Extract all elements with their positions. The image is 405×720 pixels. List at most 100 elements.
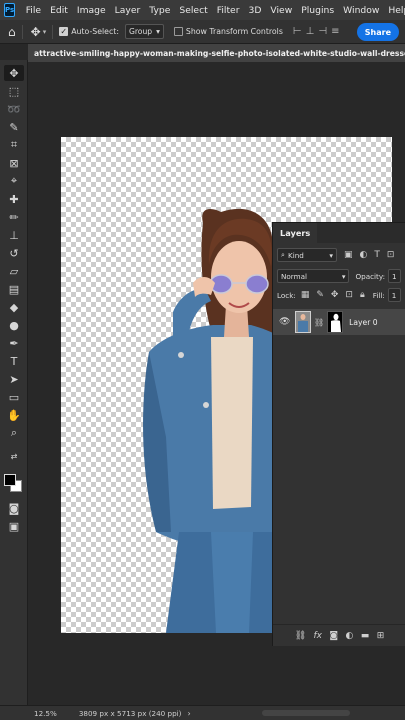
- link-icon[interactable]: ⛓︎: [314, 318, 324, 327]
- menu-layer[interactable]: Layer: [110, 5, 145, 16]
- show-transform-label: Show Transform Controls: [185, 27, 283, 36]
- layers-panel: Layers ⌕ Kind ▾ ▣ ◐ T ⊡ Normal ▾ Opacity…: [272, 222, 405, 646]
- gradient-tool-icon[interactable]: ▤: [4, 281, 24, 297]
- layer-thumbnail[interactable]: [295, 311, 311, 333]
- marquee-tool-icon[interactable]: ⬚: [4, 83, 24, 99]
- menu-type[interactable]: Type: [145, 5, 175, 16]
- divider: [52, 24, 54, 39]
- align-right-icon[interactable]: ⊣: [318, 26, 327, 37]
- menu-window[interactable]: Window: [339, 5, 384, 16]
- default-colors-icon[interactable]: ⇄: [4, 448, 24, 464]
- search-icon: ⌕: [281, 250, 286, 259]
- layer-filter-row: ⌕ Kind ▾ ▣ ◐ T ⊡: [273, 243, 405, 267]
- zoom-level[interactable]: 12.5%: [34, 709, 57, 718]
- layer-row[interactable]: 👁︎ ⛓︎ Layer 0: [273, 309, 405, 335]
- show-transform-checkbox[interactable]: [173, 27, 183, 36]
- lock-row: Lock: ▦ ✎ ✥ ⊡ 🔒︎ Fill: 1: [273, 285, 405, 305]
- blend-mode-value: Normal: [281, 271, 308, 281]
- adjustment-filter-icon[interactable]: ◐: [360, 250, 368, 260]
- adjustment-layer-icon[interactable]: ◐: [346, 631, 354, 641]
- add-mask-icon[interactable]: ◙: [329, 631, 338, 641]
- move-tool-preset-icon[interactable]: ✥: [31, 25, 41, 39]
- menu-help[interactable]: Help: [384, 5, 405, 16]
- new-layer-icon[interactable]: ⊞: [377, 631, 385, 641]
- crop-tool-icon[interactable]: ⌗: [4, 137, 24, 153]
- lock-transparent-icon[interactable]: ▦: [301, 290, 310, 300]
- eyedropper-tool-icon[interactable]: ⌖: [4, 173, 24, 189]
- menu-bar: Ps File Edit Image Layer Type Select Fil…: [0, 0, 405, 20]
- pen-tool-icon[interactable]: ✒: [4, 335, 24, 351]
- divider: [21, 24, 23, 39]
- healing-brush-tool-icon[interactable]: ✚: [4, 191, 24, 207]
- eraser-tool-icon[interactable]: ▱: [4, 263, 24, 279]
- menu-filter[interactable]: Filter: [212, 5, 244, 16]
- auto-select-checkbox[interactable]: ✓: [59, 27, 69, 36]
- path-selection-tool-icon[interactable]: ➤: [4, 371, 24, 387]
- move-tool-icon[interactable]: ✥: [4, 65, 24, 81]
- photoshop-logo[interactable]: Ps: [4, 3, 16, 17]
- history-brush-tool-icon[interactable]: ↺: [4, 245, 24, 261]
- document-info: 3809 px x 5713 px (240 ppi): [78, 708, 182, 718]
- chevron-right-icon[interactable]: ›: [187, 709, 190, 718]
- hand-tool-icon[interactable]: ✋: [4, 407, 24, 423]
- menu-view[interactable]: View: [266, 5, 297, 16]
- lasso-tool-icon[interactable]: ➿: [4, 101, 24, 117]
- align-center-icon[interactable]: ⊥: [306, 26, 315, 37]
- auto-select-label: Auto-Select:: [71, 27, 119, 36]
- layer-name[interactable]: Layer 0: [349, 318, 377, 327]
- chevron-down-icon[interactable]: ▾: [43, 28, 47, 36]
- chevron-down-icon: ▾: [341, 271, 346, 281]
- blur-tool-icon[interactable]: ◆: [4, 299, 24, 315]
- menu-image[interactable]: Image: [72, 5, 110, 16]
- lock-position-icon[interactable]: ✥: [331, 290, 339, 300]
- horizontal-scrollbar[interactable]: [262, 710, 350, 716]
- lock-pixels-icon[interactable]: ✎: [316, 290, 324, 300]
- layer-mask-thumbnail[interactable]: [327, 311, 344, 333]
- share-button[interactable]: Share: [356, 23, 399, 41]
- zoom-tool-icon[interactable]: ⌕: [4, 425, 24, 441]
- lock-all-icon[interactable]: 🔒︎: [360, 290, 365, 300]
- frame-tool-icon[interactable]: ⊠: [4, 155, 24, 171]
- eye-icon[interactable]: 👁︎: [279, 317, 290, 327]
- layer-style-icon[interactable]: fx: [314, 631, 323, 641]
- blend-row: Normal ▾ Opacity: 1: [273, 267, 405, 285]
- menu-file[interactable]: File: [21, 5, 45, 16]
- layers-panel-footer: ⛓︎ fx ◙ ◐ ▬ ⊞: [273, 624, 405, 646]
- filter-type-icons: ▣ ◐ T ⊡: [344, 250, 394, 260]
- menu-3d[interactable]: 3D: [244, 5, 266, 16]
- document-tab[interactable]: attractive-smiling-happy-woman-making-se…: [28, 44, 405, 62]
- auto-select-dropdown[interactable]: Group ▾: [124, 24, 164, 39]
- align-left-icon[interactable]: ⊢: [293, 26, 302, 37]
- blend-mode-dropdown[interactable]: Normal ▾: [277, 269, 350, 283]
- align-controls: ⊢ ⊥ ⊣ ≡: [293, 26, 340, 37]
- opacity-label: Opacity:: [355, 271, 386, 281]
- new-group-icon[interactable]: ▬: [361, 631, 370, 641]
- options-bar: ⌂ ✥ ▾ ✓ Auto-Select: Group ▾ Show Transf…: [0, 20, 405, 44]
- type-filter-icon[interactable]: T: [374, 250, 380, 260]
- shape-filter-icon[interactable]: ⊡: [387, 250, 395, 260]
- opacity-input[interactable]: 1: [388, 269, 401, 283]
- foreground-color-swatch[interactable]: [4, 474, 16, 486]
- mask-silhouette: [331, 313, 342, 332]
- menu-edit[interactable]: Edit: [46, 5, 73, 16]
- home-icon[interactable]: ⌂: [8, 25, 16, 39]
- clone-stamp-tool-icon[interactable]: ⊥: [4, 227, 24, 243]
- layers-tab[interactable]: Layers: [273, 223, 318, 243]
- fill-input[interactable]: 1: [387, 288, 401, 302]
- align-more-icon[interactable]: ≡: [331, 26, 339, 37]
- chevron-down-icon: ▾: [156, 27, 160, 36]
- menu-select[interactable]: Select: [175, 5, 212, 16]
- menu-plugins[interactable]: Plugins: [297, 5, 339, 16]
- filter-kind-dropdown[interactable]: ⌕ Kind ▾: [277, 248, 337, 262]
- type-tool-icon[interactable]: T: [4, 353, 24, 369]
- lock-artboard-icon[interactable]: ⊡: [345, 290, 353, 300]
- quick-mask-icon[interactable]: ◙: [4, 500, 24, 516]
- dodge-tool-icon[interactable]: ●: [4, 317, 24, 333]
- lock-icons: ▦ ✎ ✥ ⊡ 🔒︎: [301, 290, 365, 300]
- brush-tool-icon[interactable]: ✏: [4, 209, 24, 225]
- screen-mode-icon[interactable]: ▣: [4, 518, 24, 534]
- link-layers-icon[interactable]: ⛓︎: [295, 631, 306, 641]
- quick-selection-tool-icon[interactable]: ✎: [4, 119, 24, 135]
- rectangle-tool-icon[interactable]: ▭: [4, 389, 24, 405]
- pixel-filter-icon[interactable]: ▣: [344, 250, 353, 260]
